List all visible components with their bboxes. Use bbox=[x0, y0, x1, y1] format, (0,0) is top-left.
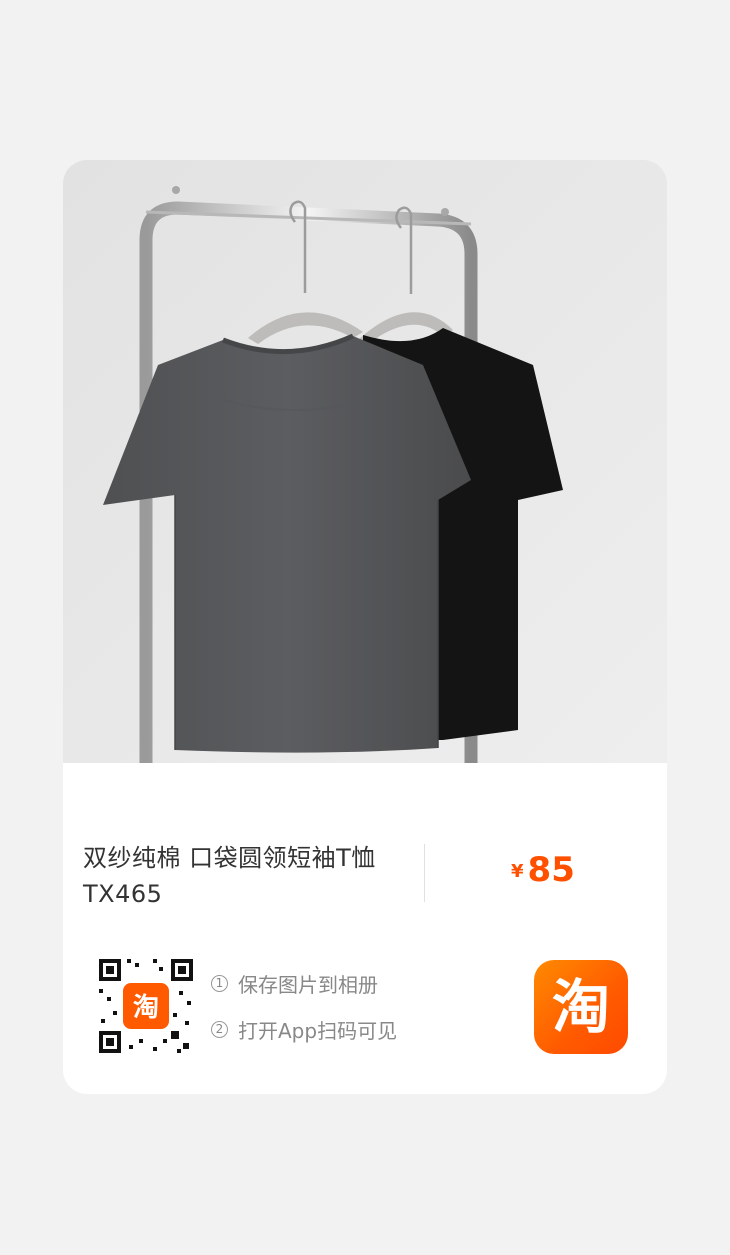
product-photo bbox=[63, 160, 667, 763]
product-share-card: 双纱纯棉 口袋圆领短袖T恤 TX465 ¥85 淘 1 保存图片到相册 2 打开… bbox=[63, 160, 667, 1094]
product-price: ¥85 bbox=[511, 850, 575, 890]
step-label-1: 保存图片到相册 bbox=[238, 972, 378, 997]
step-label-2: 打开App扫码可见 bbox=[238, 1018, 398, 1043]
step-save-image: 1 保存图片到相册 bbox=[211, 968, 397, 998]
step-number-1: 1 bbox=[211, 974, 228, 992]
product-title-line1: 双纱纯棉 口袋圆领短袖T恤 bbox=[83, 844, 376, 872]
qr-center-badge: 淘 bbox=[133, 993, 159, 1023]
taobao-logo-glyph: 淘 bbox=[551, 973, 610, 1041]
step-number-2: 2 bbox=[211, 1020, 228, 1038]
taobao-logo-icon[interactable]: 淘 bbox=[534, 960, 628, 1054]
price-currency: ¥ bbox=[511, 861, 524, 882]
product-sku: TX465 bbox=[83, 880, 163, 908]
title-price-divider bbox=[424, 844, 425, 902]
qr-code-icon[interactable]: 淘 bbox=[93, 953, 199, 1059]
step-open-app: 2 打开App扫码可见 bbox=[211, 1014, 397, 1044]
share-steps: 1 保存图片到相册 2 打开App扫码可见 bbox=[211, 968, 397, 1060]
product-title[interactable]: 双纱纯棉 口袋圆领短袖T恤 TX465 bbox=[83, 840, 413, 912]
price-amount: 85 bbox=[527, 850, 575, 890]
